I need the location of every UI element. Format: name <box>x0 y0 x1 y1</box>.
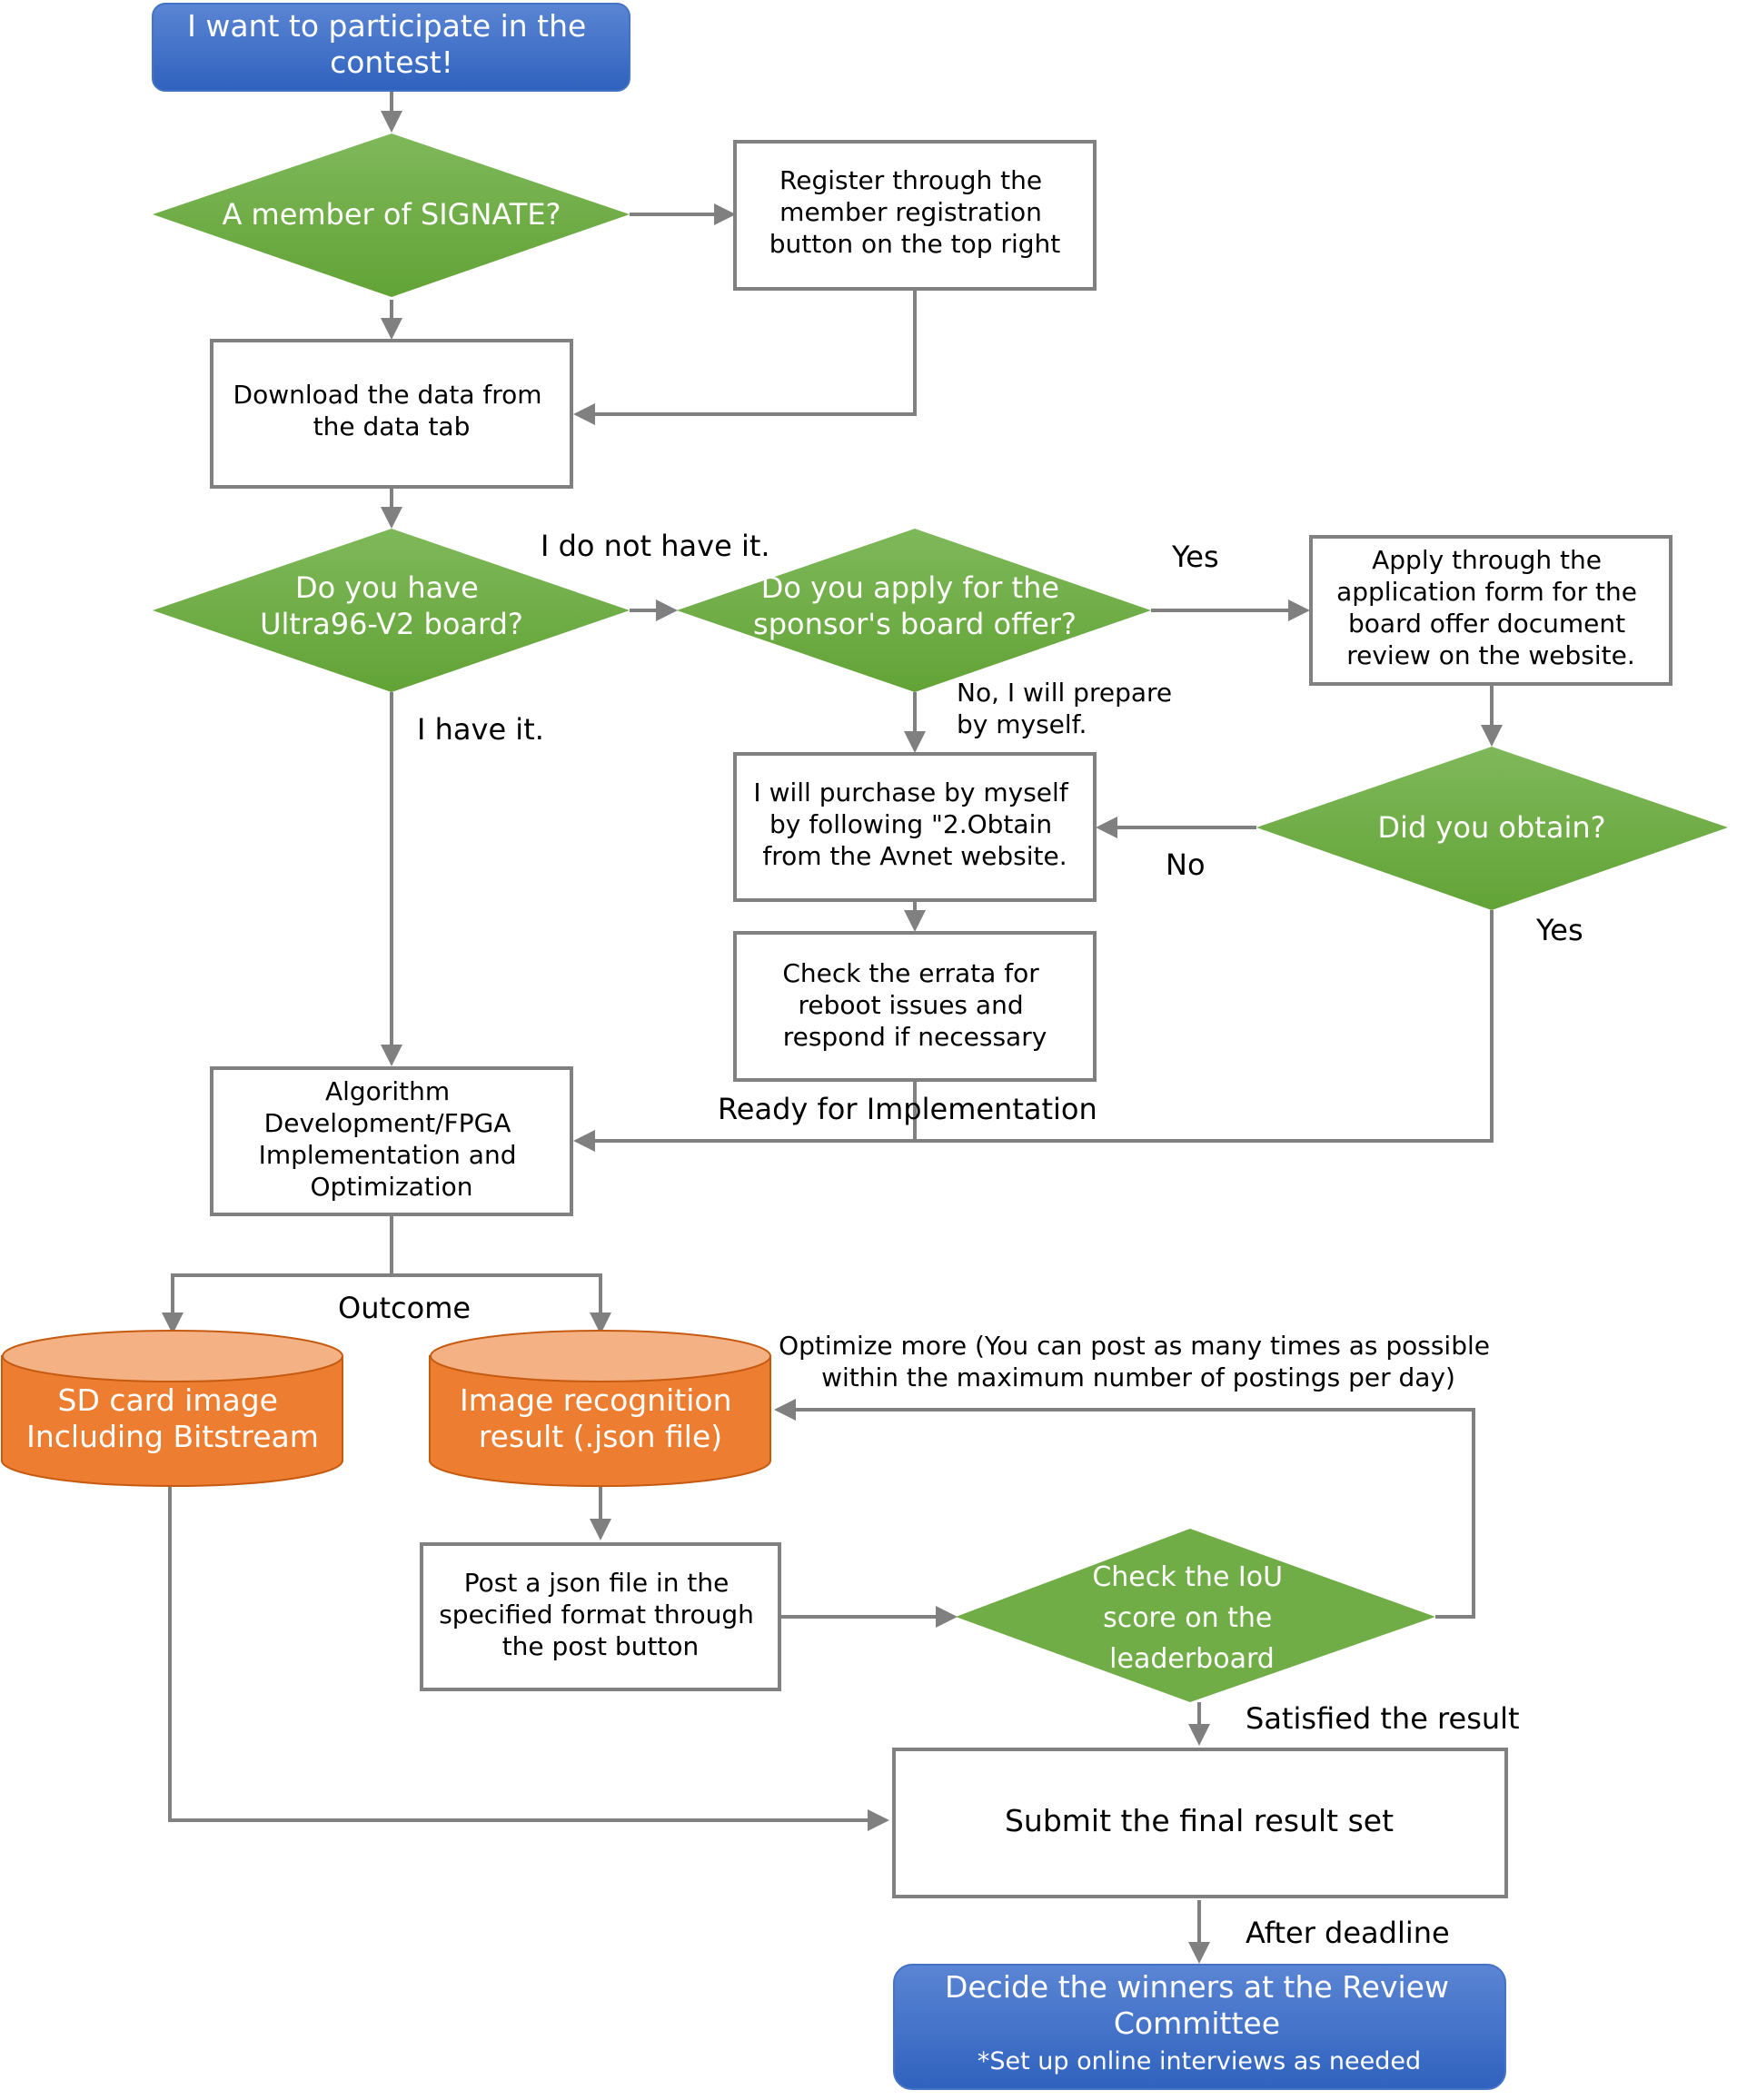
errata-box: Check the errata for reboot issues and r… <box>733 931 1097 1082</box>
svg-text:SD card image Including: SD card image Including Bitstream <box>26 1382 319 1454</box>
purchase-text-2: by following "2.Obtain <box>769 809 1052 839</box>
post-json-box: Post a json file in the specified format… <box>420 1542 781 1691</box>
label-apply-no-2: by myself. <box>957 709 1087 739</box>
label-apply-yes: Yes <box>1171 540 1219 574</box>
svg-text:Optimize more (You can post as: Optimize more (You can post as many time… <box>779 1331 1498 1392</box>
download-text-2: the data tab <box>313 411 471 441</box>
flowchart: I want to participate in the contest! A … <box>1 3 1728 2090</box>
errata-text-1: Check the errata for <box>782 958 1039 988</box>
label-satisfied: Satisfied the result <box>1246 1701 1520 1736</box>
edge-labels: I do not have it. I have it. Yes No, I w… <box>338 529 1583 1950</box>
label-optimize-1: Optimize more (You can post as many time… <box>779 1331 1490 1361</box>
purchase-text-3: from the Avnet website. <box>762 841 1067 871</box>
label-outcome: Outcome <box>338 1291 471 1325</box>
register-box: Register through the member registration… <box>733 140 1097 291</box>
errata-text-3: respond if necessary <box>783 1022 1047 1052</box>
member-decision: A member of SIGNATE? <box>153 134 630 297</box>
svg-text:No, I will prepare by my: No, I will prepare by myself. <box>957 678 1180 739</box>
label-ready: Ready for Implementation <box>718 1092 1097 1126</box>
label-have-board: I have it. <box>417 712 544 747</box>
sd-card-text-2: Including Bitstream <box>26 1419 319 1454</box>
label-optimize-2: within the maximum number of postings pe… <box>821 1362 1455 1392</box>
post-json-text-1: Post a json file in the <box>464 1568 730 1598</box>
start-text-2: contest! <box>330 45 453 80</box>
sd-card-cylinder: SD card image Including Bitstream <box>1 1330 343 1488</box>
submit-text: Submit the final result set <box>1005 1803 1394 1838</box>
download-box: Download the data from the data tab <box>210 339 573 489</box>
start-terminal: I want to participate in the contest! <box>152 3 630 92</box>
apply-form-box: Apply through the application form for t… <box>1309 535 1672 686</box>
decide-terminal: Decide the winners at the Review Committ… <box>893 1964 1506 2090</box>
purchase-text-1: I will purchase by myself <box>753 778 1068 807</box>
iou-decision-text-3: leaderboard <box>1109 1643 1275 1675</box>
algorithm-text-4: Optimization <box>310 1172 472 1202</box>
apply-form-text-4: review on the website. <box>1346 640 1635 670</box>
purchase-box: I will purchase by myself by following "… <box>733 752 1097 902</box>
algorithm-text-3: Implementation and <box>259 1140 517 1170</box>
obtain-decision-text: Did you obtain? <box>1377 810 1605 845</box>
label-obtain-yes: Yes <box>1535 913 1583 947</box>
label-no-board: I do not have it. <box>541 529 770 563</box>
apply-form-text-3: board offer document <box>1348 609 1625 639</box>
download-text-1: Download the data from <box>233 380 542 410</box>
label-obtain-no: No <box>1166 847 1206 882</box>
svg-text:Image recognition result: Image recognition result (.json file) <box>460 1382 741 1454</box>
svg-text:I will purchase by myself: I will purchase by myself by following "… <box>753 778 1076 871</box>
image-result-text-2: result (.json file) <box>479 1419 722 1454</box>
member-decision-text: A member of SIGNATE? <box>222 197 561 232</box>
iou-decision-text-1: Check the IoU <box>1092 1561 1283 1593</box>
svg-text:Check the IoU score on t: Check the IoU score on the leaderboard <box>1092 1561 1291 1675</box>
svg-text:Did you obtain?: Did you obtain? <box>1377 810 1605 845</box>
decide-text-3: *Set up online interviews as needed <box>978 2047 1421 2075</box>
board-decision-text-1: Do you have <box>295 570 479 605</box>
algorithm-box: Algorithm Development/FPGA Implementatio… <box>210 1066 573 1216</box>
algorithm-text-2: Development/FPGA <box>264 1108 511 1138</box>
image-result-text-1: Image recognition <box>460 1382 732 1418</box>
register-text-1: Register through the <box>779 165 1042 195</box>
obtain-decision: Did you obtain? <box>1256 747 1728 910</box>
post-json-text-2: specified format through <box>439 1600 754 1629</box>
iou-decision: Check the IoU score on the leaderboard <box>956 1529 1435 1702</box>
svg-text:Check the errata for reb: Check the errata for reboot issues and r… <box>782 958 1047 1052</box>
label-after-deadline: After deadline <box>1246 1916 1450 1950</box>
svg-text:Register through the mem: Register through the member registration… <box>769 165 1060 259</box>
apply-decision-text-1: Do you apply for the <box>761 570 1059 605</box>
apply-form-text-1: Apply through the <box>1372 545 1602 575</box>
label-apply-no-1: No, I will prepare <box>957 678 1172 708</box>
submit-box: Submit the final result set <box>892 1748 1508 1898</box>
register-text-3: button on the top right <box>769 229 1060 259</box>
svg-text:Submit the final result set: Submit the final result set <box>1005 1803 1394 1838</box>
register-text-2: member registration <box>779 197 1042 227</box>
errata-text-2: reboot issues and <box>798 990 1023 1020</box>
apply-form-text-2: application form for the <box>1336 577 1637 607</box>
svg-text:A member of SIGNATE?: A member of SIGNATE? <box>222 197 561 232</box>
iou-decision-text-2: score on the <box>1103 1602 1272 1634</box>
decide-text-2: Committee <box>1114 2006 1280 2041</box>
board-decision-text-2: Ultra96-V2 board? <box>260 607 523 641</box>
apply-decision-text-2: sponsor's board offer? <box>753 607 1077 641</box>
start-text: I want to participate in the <box>187 8 586 44</box>
post-json-text-3: the post button <box>502 1631 700 1661</box>
image-result-cylinder: Image recognition result (.json file) <box>429 1330 771 1488</box>
sd-card-text-1: SD card image <box>58 1382 278 1418</box>
arrow-register-to-download <box>573 291 917 425</box>
decide-text-1: Decide the winners at the Review <box>945 1969 1449 2005</box>
algorithm-text-1: Algorithm <box>325 1076 450 1106</box>
